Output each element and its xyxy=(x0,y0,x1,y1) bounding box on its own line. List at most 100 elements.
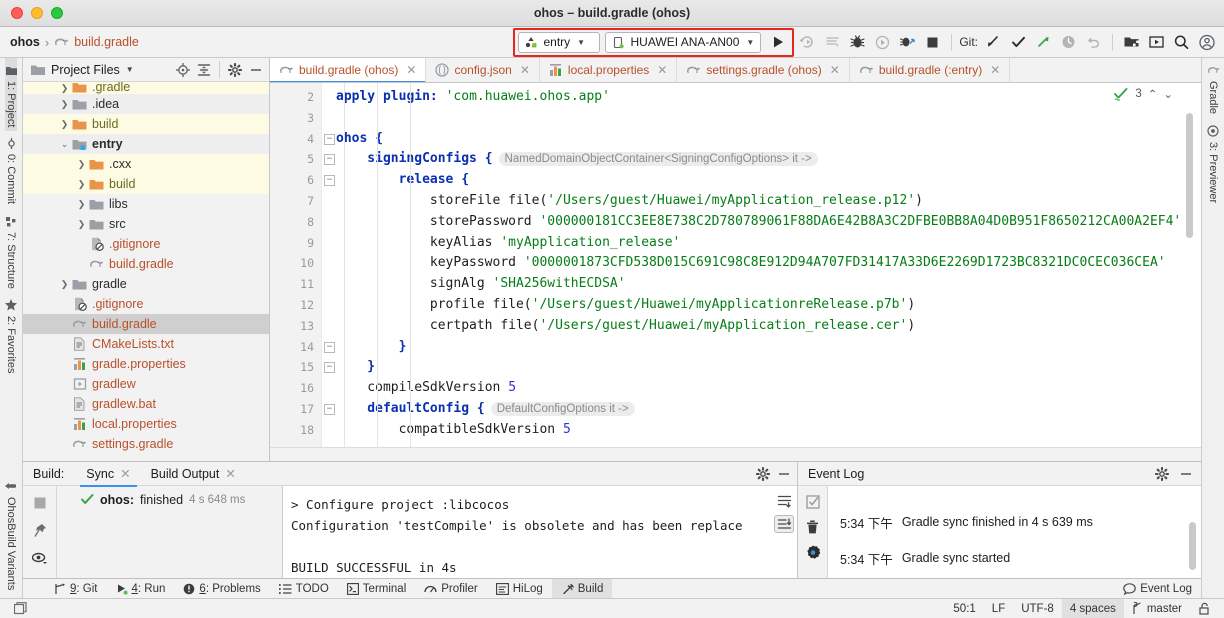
memory-icon[interactable] xyxy=(6,599,35,618)
inspection-widget[interactable]: 3 ⌃ ⌄ xyxy=(1114,87,1173,101)
code-line[interactable]: } xyxy=(322,357,1201,378)
tree-item--gitignore[interactable]: .gitignore xyxy=(23,234,269,254)
sidebar-item-favorites[interactable]: 2: Favorites xyxy=(5,292,17,377)
code-line[interactable]: keyPassword '0000001873CFD538D015C691C98… xyxy=(322,253,1201,274)
mark-read-icon[interactable] xyxy=(805,495,820,509)
caret-position[interactable]: 50:1 xyxy=(945,599,983,618)
tree-item-gradlew[interactable]: gradlew xyxy=(23,374,269,394)
tool-button-profiler[interactable]: Profiler xyxy=(415,579,486,599)
close-icon[interactable]: ✕ xyxy=(120,466,130,481)
code-line[interactable]: profile file('/Users/guest/Huawei/myAppl… xyxy=(322,295,1201,316)
tab-sync[interactable]: Sync ✕ xyxy=(76,462,140,487)
tree-item-entry[interactable]: ⌄ entry xyxy=(23,134,269,154)
device-selector[interactable]: HUAWEI ANA-AN00 ▼ xyxy=(605,31,762,53)
tree-item-build[interactable]: ❯ build xyxy=(23,114,269,134)
build-console[interactable]: > Configure project :libcocos Configurati… xyxy=(283,486,797,578)
stop-button[interactable] xyxy=(921,31,944,54)
account-icon[interactable] xyxy=(1195,31,1218,54)
code-line[interactable]: signingConfigs {NamedDomainObjectContain… xyxy=(322,149,1201,170)
chevron-down-icon[interactable]: ⌄ xyxy=(58,139,71,150)
editor-scrollbar[interactable] xyxy=(1186,113,1193,238)
chevron-right-icon[interactable]: ❯ xyxy=(75,159,88,170)
tree-item-build[interactable]: ❯ build xyxy=(23,174,269,194)
push-icon[interactable] xyxy=(1032,31,1055,54)
tool-button-4-run[interactable]: 4: Run xyxy=(107,579,175,599)
tree-item-local-properties[interactable]: local.properties xyxy=(23,414,269,434)
code-line[interactable] xyxy=(322,108,1201,129)
event-log-entry[interactable]: 5:34 下午 Gradle sync started xyxy=(828,540,1201,576)
update-project-icon[interactable] xyxy=(982,31,1005,54)
next-issue-icon[interactable]: ⌄ xyxy=(1163,87,1173,101)
tree-item-cmakelists-txt[interactable]: CMakeLists.txt xyxy=(23,334,269,354)
settings-gear-icon[interactable] xyxy=(805,545,821,561)
hide-icon[interactable] xyxy=(1179,467,1193,481)
hide-icon[interactable] xyxy=(249,63,263,77)
indent-setting[interactable]: 4 spaces xyxy=(1061,598,1124,618)
code-line[interactable]: defaultConfig {DefaultConfigOptions it -… xyxy=(322,399,1201,420)
locate-icon[interactable] xyxy=(176,62,190,77)
breadcrumb-file[interactable]: build.gradle xyxy=(74,35,139,49)
profile-run-icon[interactable] xyxy=(871,31,894,54)
chevron-right-icon[interactable]: ❯ xyxy=(75,199,88,210)
soft-wrap-icon[interactable] xyxy=(774,492,794,510)
tool-button-event-log[interactable]: Event Log xyxy=(1114,579,1201,599)
tree-item--idea[interactable]: ❯ .idea xyxy=(23,94,269,114)
sidebar-item-commit[interactable]: 0: Commit xyxy=(5,131,17,208)
editor-tab-config-json[interactable]: config.json ✕ xyxy=(426,58,540,82)
code-line[interactable]: storeFile file('/Users/guest/Huawei/myAp… xyxy=(322,191,1201,212)
chevron-down-icon[interactable]: ▼ xyxy=(126,65,134,74)
tree-item-settings-gradle[interactable]: settings.gradle xyxy=(23,434,269,454)
rerun-icon[interactable] xyxy=(796,31,819,54)
eye-icon[interactable] xyxy=(32,551,47,565)
tool-button-hilog[interactable]: HiLog xyxy=(487,579,552,599)
code-line[interactable]: keyAlias 'myApplication_release' xyxy=(322,233,1201,254)
file-encoding[interactable]: UTF-8 xyxy=(1013,599,1062,618)
code-line[interactable]: } xyxy=(322,337,1201,358)
tab-build-output[interactable]: Build Output ✕ xyxy=(141,462,246,486)
breadcrumb-project[interactable]: ohos xyxy=(10,35,40,49)
sidebar-item-gradle[interactable]: Gradle xyxy=(1207,58,1220,118)
code-line[interactable]: storePassword '000000181CC3EE8E738C2D780… xyxy=(322,212,1201,233)
chevron-right-icon[interactable]: ❯ xyxy=(58,99,71,110)
pin-icon[interactable] xyxy=(33,523,47,538)
tool-button-6-problems[interactable]: 6: Problems xyxy=(174,579,269,599)
sidebar-item-ohos-build-variants[interactable]: OhosBuild Variants xyxy=(5,473,17,598)
tree-item--gitignore[interactable]: .gitignore xyxy=(23,294,269,314)
tree-item-build-gradle[interactable]: build.gradle xyxy=(23,254,269,274)
build-tree-row[interactable]: ohos: finished 4 s 648 ms xyxy=(57,493,282,507)
chevron-right-icon[interactable]: ❯ xyxy=(75,179,88,190)
sidebar-item-previewer[interactable]: 3: Previewer xyxy=(1207,118,1219,207)
settings-icon[interactable] xyxy=(1155,466,1169,481)
run-button[interactable] xyxy=(766,31,789,54)
attach-debugger-icon[interactable] xyxy=(896,31,919,54)
tree-item--gradle[interactable]: ❯ .gradle xyxy=(23,82,269,94)
lock-icon[interactable] xyxy=(1190,599,1218,618)
tool-button-terminal[interactable]: Terminal xyxy=(338,579,415,599)
scroll-to-end-icon[interactable] xyxy=(774,515,794,533)
tree-item--cxx[interactable]: ❯ .cxx xyxy=(23,154,269,174)
tree-item-libs[interactable]: ❯ libs xyxy=(23,194,269,214)
history-icon[interactable] xyxy=(1057,31,1080,54)
event-log-entry[interactable]: 5:34 下午 Gradle sync finished in 4 s 639 m… xyxy=(828,504,1201,540)
close-icon[interactable]: ✕ xyxy=(225,466,235,481)
code-line[interactable]: compileSdkVersion 5 xyxy=(322,378,1201,399)
editor-tab-build-gradle-entry-[interactable]: build.gradle (:entry) ✕ xyxy=(850,58,1011,82)
vcs-branch[interactable]: master xyxy=(1124,599,1190,618)
window-controls[interactable] xyxy=(0,7,63,19)
search-everywhere-icon[interactable] xyxy=(1170,31,1193,54)
chevron-right-icon[interactable]: ❯ xyxy=(58,119,71,130)
sidebar-item-project[interactable]: 1: Project xyxy=(5,58,17,132)
tree-item-src[interactable]: ❯ src xyxy=(23,214,269,234)
close-icon[interactable]: ✕ xyxy=(406,63,416,77)
close-icon[interactable]: ✕ xyxy=(830,63,840,77)
tree-item-gradle[interactable]: ❯ gradle xyxy=(23,274,269,294)
editor-tab-local-properties[interactable]: local.properties ✕ xyxy=(540,58,678,82)
commit-icon[interactable] xyxy=(1007,31,1030,54)
code-line[interactable]: release { xyxy=(322,170,1201,191)
chevron-right-icon[interactable]: ❯ xyxy=(75,219,88,230)
hide-icon[interactable] xyxy=(777,467,791,481)
editor-code[interactable]: apply plugin: 'com.huawei.ohos.app' ohos … xyxy=(322,83,1201,461)
run-with-coverage-icon[interactable] xyxy=(821,31,844,54)
code-line[interactable]: ohos { xyxy=(322,129,1201,150)
minimize-window-button[interactable] xyxy=(31,7,43,19)
